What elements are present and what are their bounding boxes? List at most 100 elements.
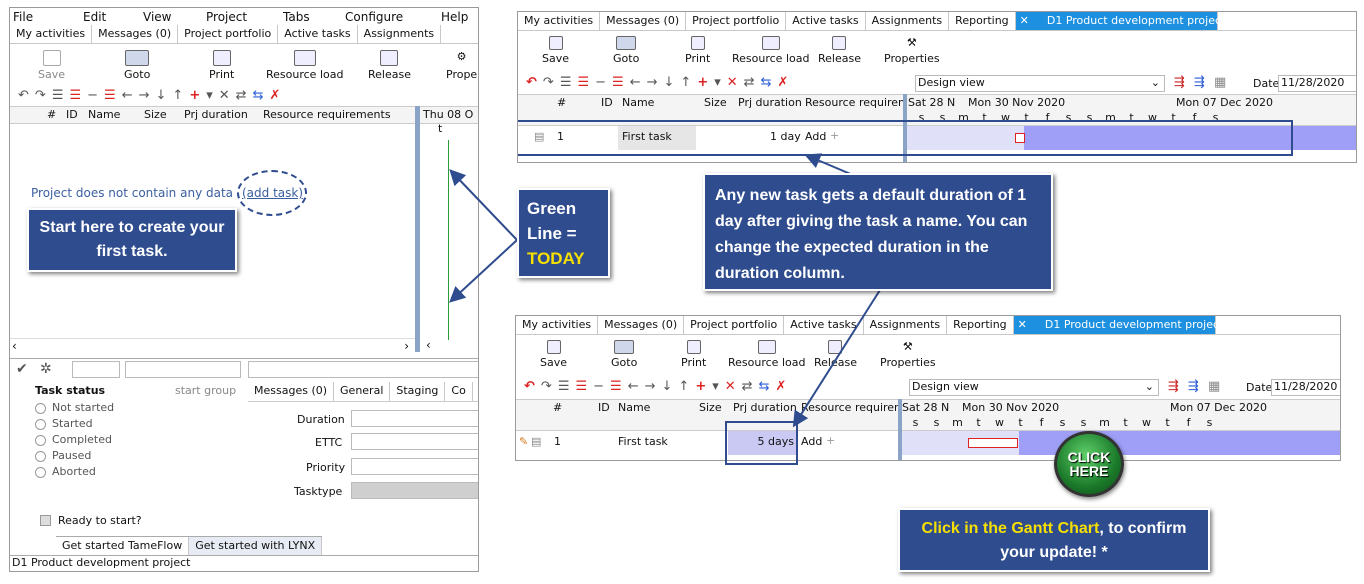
- ettc-field[interactable]: [351, 433, 478, 450]
- resource-load-button[interactable]: Resource load: [266, 50, 343, 81]
- indent-icon[interactable]: ☰: [52, 88, 64, 103]
- tab-get-started-lynx[interactable]: Get started with LYNX: [189, 537, 323, 555]
- tab-project[interactable]: D1 Product development project: [1032, 12, 1225, 30]
- indent-icon[interactable]: ☰: [558, 379, 570, 394]
- delete-icon[interactable]: ✕: [219, 88, 230, 103]
- tab-project-portfolio[interactable]: Project portfolio: [684, 316, 785, 334]
- collapse-icon[interactable]: −: [595, 75, 606, 90]
- priority-field[interactable]: [351, 458, 478, 475]
- dropdown-icon[interactable]: ▾: [206, 88, 213, 103]
- resource-load-button[interactable]: Resource load: [728, 340, 805, 369]
- detail-tab-messages[interactable]: Messages (0): [248, 382, 335, 401]
- date-field[interactable]: 11/28/2020: [1271, 379, 1340, 396]
- menu-help[interactable]: Help: [441, 10, 468, 24]
- grid-splitter[interactable]: [415, 106, 420, 352]
- filter-icon[interactable]: ⇆: [759, 379, 770, 394]
- import-icon[interactable]: ⇶: [1194, 75, 1205, 90]
- arrow-down-icon[interactable]: ↓: [662, 379, 673, 394]
- date-field[interactable]: 11/28/2020: [1278, 75, 1356, 92]
- tab-project-portfolio[interactable]: Project portfolio: [686, 12, 787, 30]
- menu-file[interactable]: File: [13, 10, 83, 24]
- gantt-scroll-left-icon[interactable]: ‹: [426, 338, 431, 352]
- properties-button[interactable]: ⚙ Prope: [446, 50, 477, 81]
- outdent-icon[interactable]: ☰: [575, 379, 587, 394]
- arrow-up-icon[interactable]: ↑: [172, 88, 183, 103]
- export-icon[interactable]: ⇶: [1168, 379, 1179, 394]
- arrow-down-icon[interactable]: ↓: [664, 75, 675, 90]
- clear-icon[interactable]: ✗: [775, 379, 786, 394]
- row-add-link[interactable]: Add: [801, 435, 822, 448]
- scroll-left-icon[interactable]: ‹: [12, 339, 17, 353]
- tab-messages[interactable]: Messages (0): [598, 316, 685, 334]
- close-tab-icon[interactable]: ✕: [1015, 12, 1033, 30]
- status-started[interactable]: Started: [35, 416, 114, 432]
- tab-my-activities[interactable]: My activities: [10, 25, 93, 43]
- menu-configure[interactable]: Configure: [345, 10, 441, 24]
- outdent-icon[interactable]: ☰: [577, 75, 589, 90]
- close-tab-icon[interactable]: ✕: [1013, 316, 1031, 334]
- print-button[interactable]: Print: [209, 50, 234, 81]
- add-icon[interactable]: +: [697, 75, 708, 90]
- menu-view[interactable]: View: [143, 10, 206, 24]
- dropdown-icon[interactable]: ▾: [714, 75, 721, 90]
- release-button[interactable]: Release: [368, 50, 411, 81]
- filter-field-1[interactable]: [72, 361, 120, 378]
- detail-tab-co[interactable]: Co: [445, 382, 473, 401]
- click-here-button[interactable]: CLICK HERE: [1054, 431, 1124, 497]
- h-scrollbar[interactable]: ‹ ›: [10, 338, 415, 353]
- tasktype-field[interactable]: [351, 482, 478, 499]
- check-icon[interactable]: ✔: [16, 361, 28, 377]
- tab-messages[interactable]: Messages (0): [600, 12, 687, 30]
- indent-icon[interactable]: ☰: [560, 75, 572, 90]
- arrow-left-icon[interactable]: ←: [630, 75, 641, 90]
- add-icon[interactable]: +: [189, 88, 200, 103]
- tab-reporting[interactable]: Reporting: [947, 316, 1014, 334]
- link-icon[interactable]: ⇄: [744, 75, 755, 90]
- link-icon[interactable]: ⇄: [742, 379, 753, 394]
- tab-active-tasks[interactable]: Active tasks: [784, 316, 864, 334]
- save-button[interactable]: Save: [542, 36, 569, 65]
- release-button[interactable]: Release: [818, 36, 861, 65]
- tab-reporting[interactable]: Reporting: [949, 12, 1016, 30]
- detail-tab-general[interactable]: General: [334, 382, 391, 401]
- resource-load-button[interactable]: Resource load: [732, 36, 809, 65]
- tab-assignments[interactable]: Assignments: [864, 316, 948, 334]
- filter-field-3[interactable]: [248, 361, 478, 378]
- expand-icon[interactable]: ☰: [104, 88, 116, 103]
- save-button[interactable]: Save: [540, 340, 567, 369]
- filter-field-2[interactable]: [125, 361, 241, 378]
- release-button[interactable]: Release: [814, 340, 857, 369]
- arrow-up-icon[interactable]: ↑: [678, 379, 689, 394]
- properties-button[interactable]: ⚒ Properties: [884, 36, 940, 65]
- menu-edit[interactable]: Edit: [83, 10, 143, 24]
- collapse-icon[interactable]: −: [593, 379, 604, 394]
- menu-tabs[interactable]: Tabs: [283, 10, 345, 24]
- note-icon[interactable]: ▤: [531, 435, 541, 448]
- export-icon[interactable]: ⇶: [1174, 75, 1185, 90]
- edit-pencil-icon[interactable]: ✎: [519, 435, 528, 448]
- link-icon[interactable]: ⇄: [236, 88, 247, 103]
- row-name[interactable]: First task: [618, 435, 668, 448]
- status-not-started[interactable]: Not started: [35, 400, 114, 416]
- tab-my-activities[interactable]: My activities: [518, 12, 601, 30]
- arrow-down-icon[interactable]: ↓: [156, 88, 167, 103]
- scroll-right-icon[interactable]: ›: [404, 339, 409, 353]
- add-plus-icon[interactable]: +: [826, 434, 835, 447]
- grid-icon[interactable]: ▦: [1208, 379, 1220, 394]
- redo-icon[interactable]: ↷: [35, 88, 46, 103]
- status-paused[interactable]: Paused: [35, 448, 114, 464]
- undo-icon[interactable]: ↶: [18, 88, 29, 103]
- redo-icon[interactable]: ↷: [543, 75, 554, 90]
- duration-field[interactable]: [351, 410, 478, 427]
- arrow-left-icon[interactable]: ←: [122, 88, 133, 103]
- tab-project-portfolio[interactable]: Project portfolio: [178, 25, 279, 43]
- import-icon[interactable]: ⇶: [1188, 379, 1199, 394]
- tab-my-activities[interactable]: My activities: [516, 316, 599, 334]
- expand-icon[interactable]: ☰: [610, 379, 622, 394]
- tab-get-started-tameflow[interactable]: Get started TameFlow: [56, 537, 190, 555]
- view-select[interactable]: Design view ⌄: [909, 379, 1159, 396]
- view-select[interactable]: Design view ⌄: [915, 75, 1165, 92]
- tab-active-tasks[interactable]: Active tasks: [786, 12, 866, 30]
- add-icon[interactable]: +: [695, 379, 706, 394]
- goto-button[interactable]: Goto: [611, 340, 637, 369]
